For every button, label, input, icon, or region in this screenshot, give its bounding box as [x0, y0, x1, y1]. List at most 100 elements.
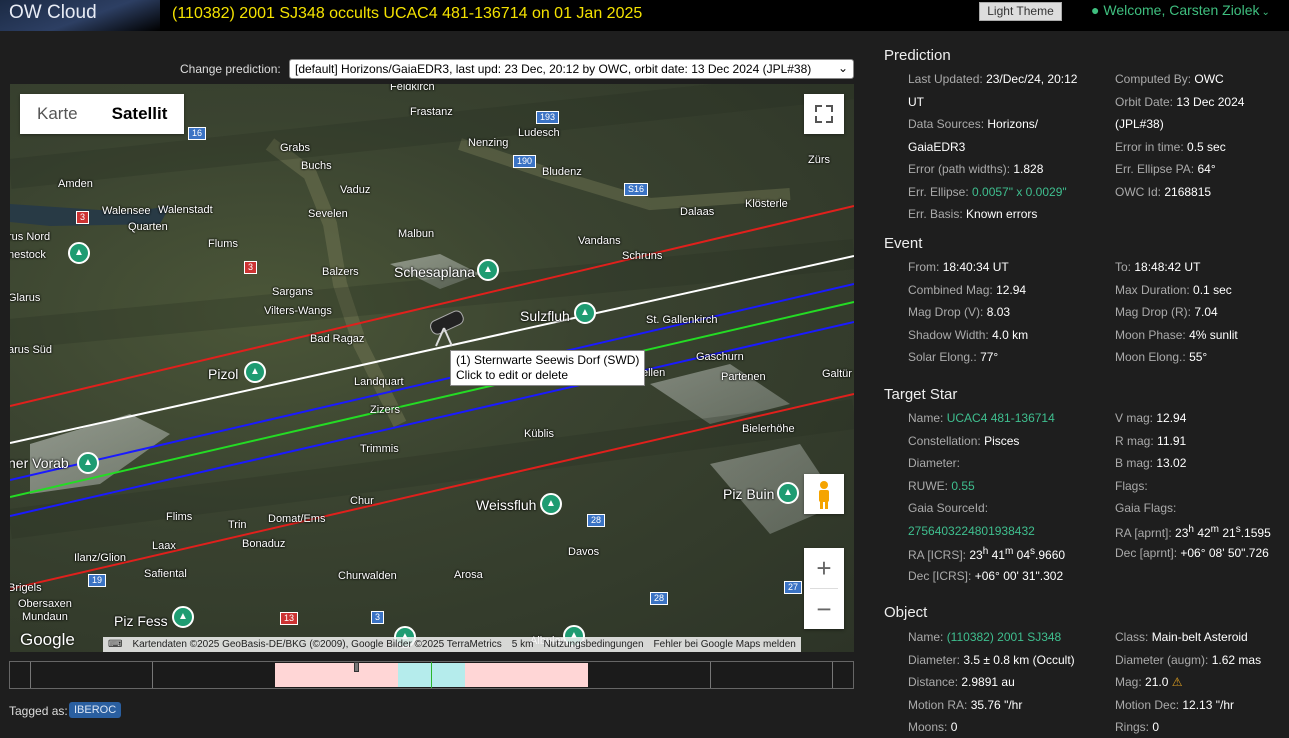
place-label: Sargans: [272, 286, 313, 298]
dec-icrs: Dec [ICRS]: +06° 00' 31".302: [908, 569, 1064, 583]
moon-phase: Moon Phase: 4% sunlit: [1115, 328, 1238, 342]
route-marker: 19: [88, 574, 107, 587]
mountain-pin-icon[interactable]: ▲: [77, 452, 99, 474]
light-theme-button[interactable]: Light Theme: [979, 2, 1062, 21]
place-label: Chur: [350, 495, 374, 507]
ruwe: RUWE: 0.55: [908, 479, 975, 493]
keyboard-icon[interactable]: ⌨: [103, 637, 127, 652]
event-to: To: 18:48:42 UT: [1115, 260, 1201, 274]
place-label: St. Gallenkirch: [646, 314, 718, 326]
mountain-pin-icon[interactable]: ▲: [68, 242, 90, 264]
place-label: Vilters-Wangs: [264, 305, 332, 317]
place-label: Partenen: [721, 371, 766, 383]
place-label: arus Süd: [10, 344, 53, 356]
user-menu[interactable]: ● Welcome, Carsten Ziolek ⌄: [1091, 2, 1270, 18]
route-marker: 27: [784, 581, 803, 594]
mag-drop-r: Mag Drop (R): 7.04: [1115, 305, 1218, 319]
place-label: Bludenz: [542, 166, 582, 178]
orbit-date-suffix: (JPL#38): [1115, 117, 1164, 131]
place-label: Vandans: [578, 235, 621, 247]
event-timeline[interactable]: [9, 661, 854, 689]
prediction-select[interactable]: [default] Horizons/GaiaEDR3, last upd: 2…: [289, 59, 854, 79]
mountain-pin-icon[interactable]: ▲: [172, 606, 194, 628]
dec-apparent: Dec [aprnt]: +06° 08' 50".726: [1115, 546, 1269, 560]
map-type-satellite-button[interactable]: Satellit: [95, 94, 185, 134]
mountain-pin-icon[interactable]: ▲: [777, 482, 799, 504]
place-label: Piz Buin: [723, 486, 775, 502]
rings: Rings: 0: [1115, 720, 1160, 734]
route-marker: 3: [371, 611, 385, 624]
place-label: Domat/Ems: [268, 513, 326, 525]
place-label: ellen: [642, 367, 666, 379]
constellation: Constellation: Pisces: [908, 434, 1020, 448]
orbit-date: Orbit Date: 13 Dec 2024: [1115, 95, 1245, 109]
place-label: Sevelen: [308, 208, 348, 220]
section-event-title: Event: [884, 235, 923, 252]
place-label: Bonaduz: [242, 538, 286, 550]
mountain-pin-icon[interactable]: ▲: [244, 361, 266, 383]
tag-badge[interactable]: IBEROC: [69, 702, 122, 718]
shadow-width: Shadow Width: 4.0 km: [908, 328, 1029, 342]
page-title: (110382) 2001 SJ348 occults UCAC4 481-13…: [172, 5, 643, 22]
data-sources: Data Sources: Horizons/: [908, 117, 1039, 131]
top-bar: OW Cloud (110382) 2001 SJ348 occults UCA…: [0, 0, 1289, 31]
section-target-star-title: Target Star: [884, 386, 958, 403]
place-label: Weissfluh: [476, 497, 537, 513]
map[interactable]: Feldkirch Frastanz Ludesch Nenzing Grabs Buch…: [10, 84, 854, 652]
timeline-center-marker: [431, 662, 432, 688]
scale-label: 5 km: [511, 639, 534, 650]
app-logo[interactable]: OW Cloud: [0, 0, 160, 31]
route-marker: 13: [280, 612, 299, 625]
terms-link[interactable]: Nutzungsbedingungen: [538, 637, 648, 652]
place-label: Quarten: [128, 221, 168, 233]
tagged-label: Tagged as:: [9, 704, 68, 718]
map-type-karte-button[interactable]: Karte: [20, 94, 95, 134]
place-label: Zürs: [808, 154, 830, 166]
place-label: ner Vorab: [10, 455, 69, 471]
map-terrain: [10, 84, 854, 590]
mountain-pin-icon[interactable]: ▲: [540, 493, 562, 515]
place-label: Dalaas: [680, 206, 715, 218]
mountain-pin-icon[interactable]: ▲: [477, 259, 499, 281]
map-attribution: ⌨ Kartendaten ©2025 GeoBasis-DE/BKG (©20…: [103, 637, 801, 652]
gaia-source-id: 2756403224801938432: [908, 524, 1035, 538]
route-marker: S16: [624, 183, 649, 196]
map-type-control: Karte Satellit: [20, 94, 185, 134]
route-marker: 3: [244, 261, 258, 274]
object-mag: Mag: 21.0 ⚠: [1115, 675, 1183, 689]
place-label: Küblis: [524, 428, 554, 440]
place-label: Gaschurn: [696, 351, 744, 363]
star-r-mag: R mag: 11.91: [1115, 434, 1187, 448]
place-label: Grabs: [280, 142, 310, 154]
moon-elongation: Moon Elong.: 55°: [1115, 350, 1208, 364]
route-marker: 28: [587, 514, 606, 527]
timeline-tick: [710, 662, 711, 688]
place-label: Brigels: [10, 582, 42, 594]
report-error-link[interactable]: Fehler bei Google Maps melden: [649, 637, 801, 652]
star-v-mag: V mag: 12.94: [1115, 411, 1187, 425]
place-label: Trimmis: [360, 443, 399, 455]
telescope-icon[interactable]: [429, 309, 466, 347]
route-marker: 193: [536, 111, 560, 124]
mountain-pin-icon[interactable]: ▲: [574, 302, 596, 324]
street-view-button[interactable]: [804, 474, 844, 514]
zoom-in-button[interactable]: +: [804, 548, 844, 588]
route-marker: 190: [513, 155, 537, 168]
place-label: Bielerhöhe: [742, 423, 795, 435]
timeline-handle[interactable]: [354, 662, 359, 672]
zoom-out-button[interactable]: −: [804, 589, 844, 629]
object-distance: Distance: 2.9891 au: [908, 675, 1015, 689]
place-label: Davos: [568, 546, 600, 558]
event-from: From: 18:40:34 UT: [908, 260, 1009, 274]
place-label: Nenzing: [468, 137, 509, 149]
observer-tooltip-hint: Click to edit or delete: [456, 368, 569, 382]
timeline-tick: [30, 662, 31, 688]
warning-icon[interactable]: ⚠: [1172, 675, 1183, 689]
place-label: Bad Ragaz: [310, 333, 365, 345]
chevron-down-icon: ⌄: [837, 61, 848, 75]
user-icon: ●: [1091, 2, 1100, 18]
moons: Moons: 0: [908, 720, 958, 734]
fullscreen-button[interactable]: [804, 94, 844, 134]
place-label: Ludesch: [518, 127, 560, 139]
observer-tooltip[interactable]: (1) Sternwarte Seewis Dorf (SWD) Click t…: [450, 350, 646, 386]
